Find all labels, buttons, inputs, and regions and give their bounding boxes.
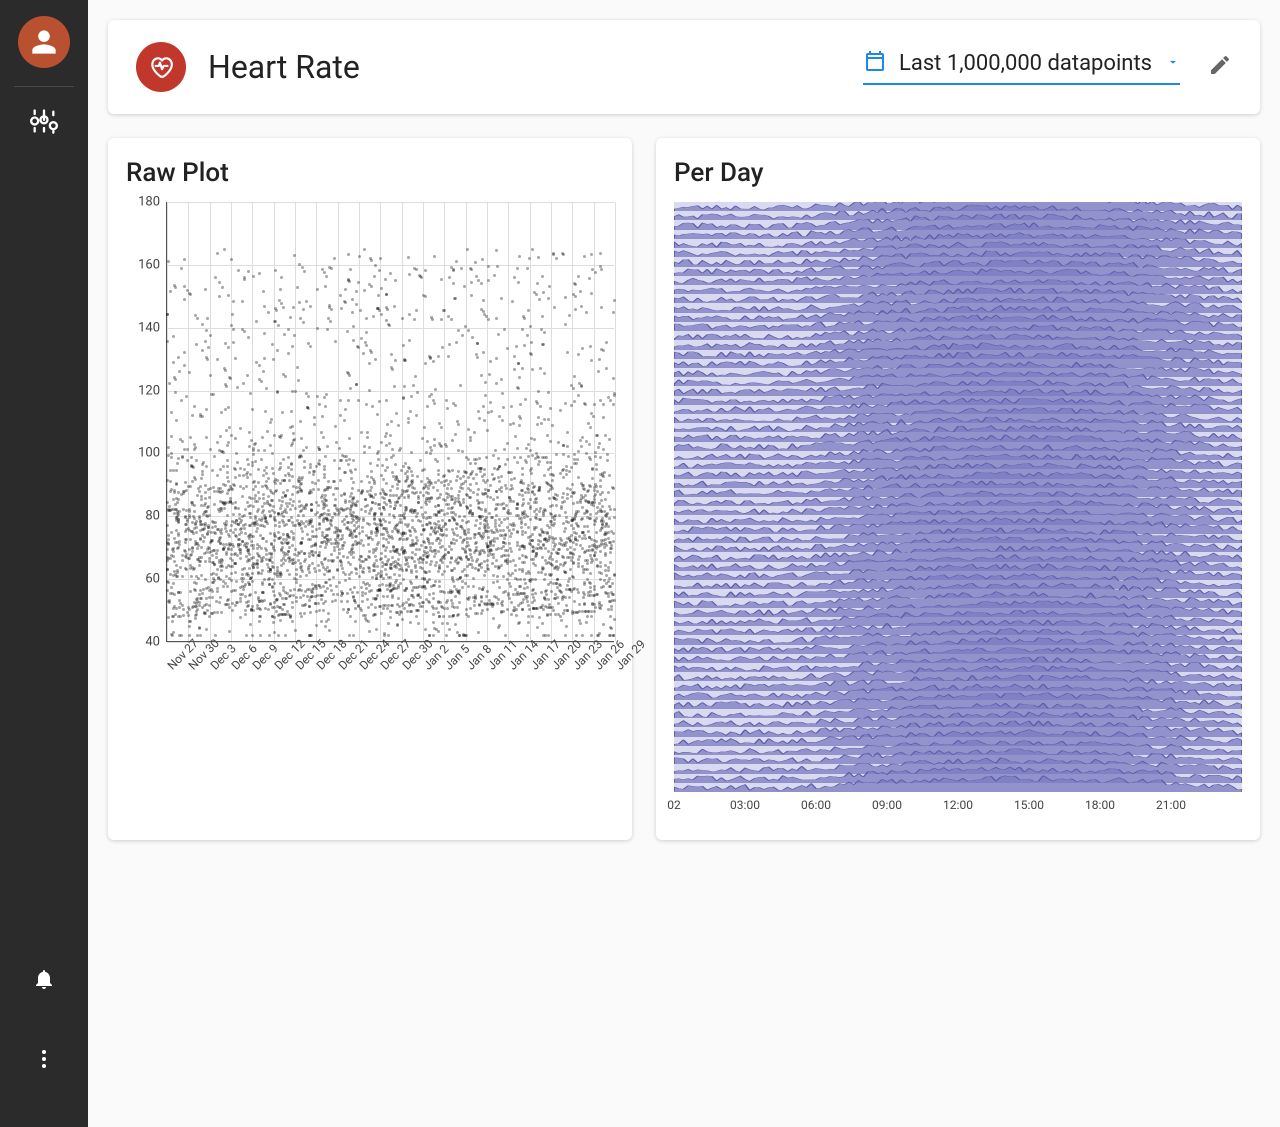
y-tick: 140 — [138, 320, 160, 335]
x-tick: 09:00 — [872, 798, 902, 812]
raw-scatter[interactable]: 406080100120140160180 Nov 27Nov 30Dec 3D… — [126, 202, 614, 682]
y-tick: 120 — [138, 383, 160, 398]
raw-plot-title: Raw Plot — [126, 158, 614, 188]
x-tick: 18:00 — [1085, 798, 1115, 812]
x-tick: 15:00 — [1014, 798, 1044, 812]
sidebar — [0, 0, 88, 1127]
range-select[interactable]: Last 1,000,000 datapoints — [863, 49, 1180, 85]
panels: Raw Plot 406080100120140160180 Nov 27Nov… — [108, 138, 1260, 840]
x-tick: 03:00 — [730, 798, 760, 812]
y-tick: 80 — [145, 509, 160, 524]
header-card: Heart Rate Last 1,000,000 datapoints — [108, 20, 1260, 114]
calendar-icon — [863, 49, 887, 77]
y-tick: 60 — [145, 572, 160, 587]
range-label: Last 1,000,000 datapoints — [899, 51, 1152, 76]
x-tick: 12:00 — [943, 798, 973, 812]
edit-button[interactable] — [1208, 53, 1232, 81]
y-tick: 40 — [145, 635, 160, 650]
notifications-icon[interactable] — [32, 967, 56, 995]
y-tick: 180 — [138, 195, 160, 210]
x-tick: 21:00 — [1156, 798, 1186, 812]
y-tick: 160 — [138, 257, 160, 272]
x-tick: 02 — [667, 798, 681, 812]
sidebar-divider — [14, 86, 74, 87]
settings-icon[interactable] — [30, 107, 58, 139]
per-day-panel: Per Day 02 03:00 06:00 09:00 12:00 15:00 18:00… — [656, 138, 1260, 840]
heart-rate-icon — [136, 42, 186, 92]
y-tick: 100 — [138, 446, 160, 461]
per-day-ridgeline[interactable]: 0203:0006:0009:0012:0015:0018:0021:00 — [674, 202, 1242, 822]
page-title: Heart Rate — [208, 48, 360, 86]
chevron-down-icon — [1166, 54, 1180, 73]
per-day-title: Per Day — [674, 158, 1242, 188]
raw-plot-panel: Raw Plot 406080100120140160180 Nov 27Nov… — [108, 138, 632, 840]
more-icon[interactable] — [32, 1047, 56, 1075]
avatar[interactable] — [18, 16, 70, 68]
main: Heart Rate Last 1,000,000 datapoints Raw… — [88, 0, 1280, 1127]
x-tick: 06:00 — [801, 798, 831, 812]
